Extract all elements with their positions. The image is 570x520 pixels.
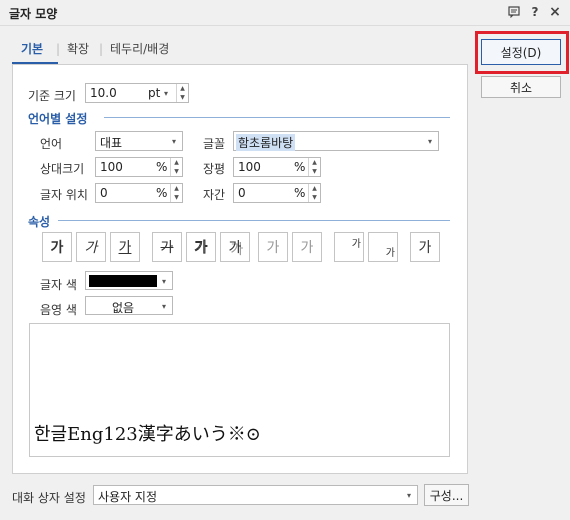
- tab-separator: |: [56, 42, 61, 56]
- base-size-spinner[interactable]: ▲ ▼: [176, 84, 188, 102]
- dialog-settings-value: 사용자 지정: [98, 490, 158, 504]
- chevron-down-icon: ▾: [427, 136, 432, 146]
- title-bar: 글자 모양 ? ×: [0, 0, 570, 26]
- rel-size-value: 100: [100, 160, 123, 174]
- width-unit: %: [294, 160, 306, 174]
- tab-separator: |: [99, 42, 104, 56]
- width-spinner[interactable]: ▲ ▼: [308, 158, 320, 176]
- language-value: 대표: [100, 136, 123, 150]
- shadow-button[interactable]: 가: [220, 232, 250, 262]
- preview-text: 한글Eng123漢字あいう※⊙: [34, 424, 261, 445]
- config-button[interactable]: 구성...: [424, 484, 469, 506]
- spacing-input[interactable]: 0 % ▲ ▼: [233, 183, 321, 203]
- shade-color-value: 없음: [112, 301, 135, 315]
- close-icon[interactable]: ×: [546, 3, 564, 21]
- spacing-spinner[interactable]: ▲ ▼: [308, 184, 320, 202]
- ok-button[interactable]: 설정(D): [481, 39, 561, 65]
- shade-color-label: 음영 색: [40, 303, 77, 317]
- chevron-down-icon: ▾: [161, 276, 166, 286]
- lang-section-title: 언어별 설정: [28, 112, 88, 126]
- engrave-button[interactable]: 가: [292, 232, 322, 262]
- width-label: 장평: [203, 162, 226, 176]
- text-color-label: 글자 색: [40, 278, 77, 292]
- superscript-button[interactable]: 가: [334, 232, 364, 262]
- chevron-down-icon: ▾: [406, 490, 411, 500]
- window-title: 글자 모양: [9, 7, 58, 21]
- dialog-settings-select[interactable]: 사용자 지정 ▾: [93, 485, 418, 505]
- spacing-value: 0: [238, 186, 246, 200]
- language-label: 언어: [40, 137, 63, 151]
- position-unit: %: [156, 186, 168, 200]
- position-spinner[interactable]: ▲ ▼: [170, 184, 182, 202]
- normal-button[interactable]: 가: [410, 232, 440, 262]
- chevron-down-icon: ▾: [161, 301, 166, 311]
- base-size-value: 10.0: [90, 86, 117, 100]
- width-value: 100: [238, 160, 261, 174]
- help-icon[interactable]: ?: [526, 3, 544, 21]
- text-color-swatch: [89, 275, 157, 287]
- tab-extended[interactable]: 확장: [67, 40, 89, 57]
- rel-size-input[interactable]: 100 % ▲ ▼: [95, 157, 183, 177]
- outline-button[interactable]: 가: [186, 232, 216, 262]
- section-divider: [104, 117, 450, 118]
- feedback-icon[interactable]: [505, 3, 523, 21]
- strikethrough-button[interactable]: 가: [152, 232, 182, 262]
- italic-button[interactable]: 가: [76, 232, 106, 262]
- spacing-unit: %: [294, 186, 306, 200]
- position-input[interactable]: 0 % ▲ ▼: [95, 183, 183, 203]
- underline-button[interactable]: 가: [110, 232, 140, 262]
- rel-size-unit: %: [156, 160, 168, 174]
- font-select[interactable]: 함초롬바탕 ▾: [233, 131, 439, 151]
- cancel-button[interactable]: 취소: [481, 76, 561, 98]
- base-size-input[interactable]: 10.0 pt ▾ ▲ ▼: [85, 83, 189, 103]
- dialog-settings-label: 대화 상자 설정: [12, 491, 86, 505]
- subscript-button[interactable]: 가: [368, 232, 398, 262]
- tab-border[interactable]: 테두리/배경: [110, 40, 169, 57]
- rel-size-spinner[interactable]: ▲ ▼: [170, 158, 182, 176]
- base-size-label: 기준 크기: [28, 89, 76, 103]
- rel-size-label: 상대크기: [40, 162, 85, 176]
- font-label: 글꼴: [203, 137, 226, 151]
- attr-section-title: 속성: [28, 215, 51, 229]
- width-input[interactable]: 100 % ▲ ▼: [233, 157, 321, 177]
- chevron-down-icon: ▾: [171, 136, 176, 146]
- font-value: 함초롬바탕: [236, 134, 296, 151]
- section-divider: [58, 220, 450, 221]
- position-label: 글자 위치: [40, 188, 88, 202]
- language-select[interactable]: 대표 ▾: [95, 131, 183, 151]
- preview-box: 한글Eng123漢字あいう※⊙: [29, 323, 450, 457]
- shade-color-picker[interactable]: 없음 ▾: [85, 296, 173, 315]
- position-value: 0: [100, 186, 108, 200]
- spacing-label: 자간: [203, 188, 226, 202]
- chevron-down-icon[interactable]: ▾: [159, 85, 173, 101]
- emboss-button[interactable]: 가: [258, 232, 288, 262]
- tab-basic[interactable]: 기본: [21, 40, 43, 57]
- bold-button[interactable]: 가: [42, 232, 72, 262]
- text-color-picker[interactable]: ▾: [85, 271, 173, 290]
